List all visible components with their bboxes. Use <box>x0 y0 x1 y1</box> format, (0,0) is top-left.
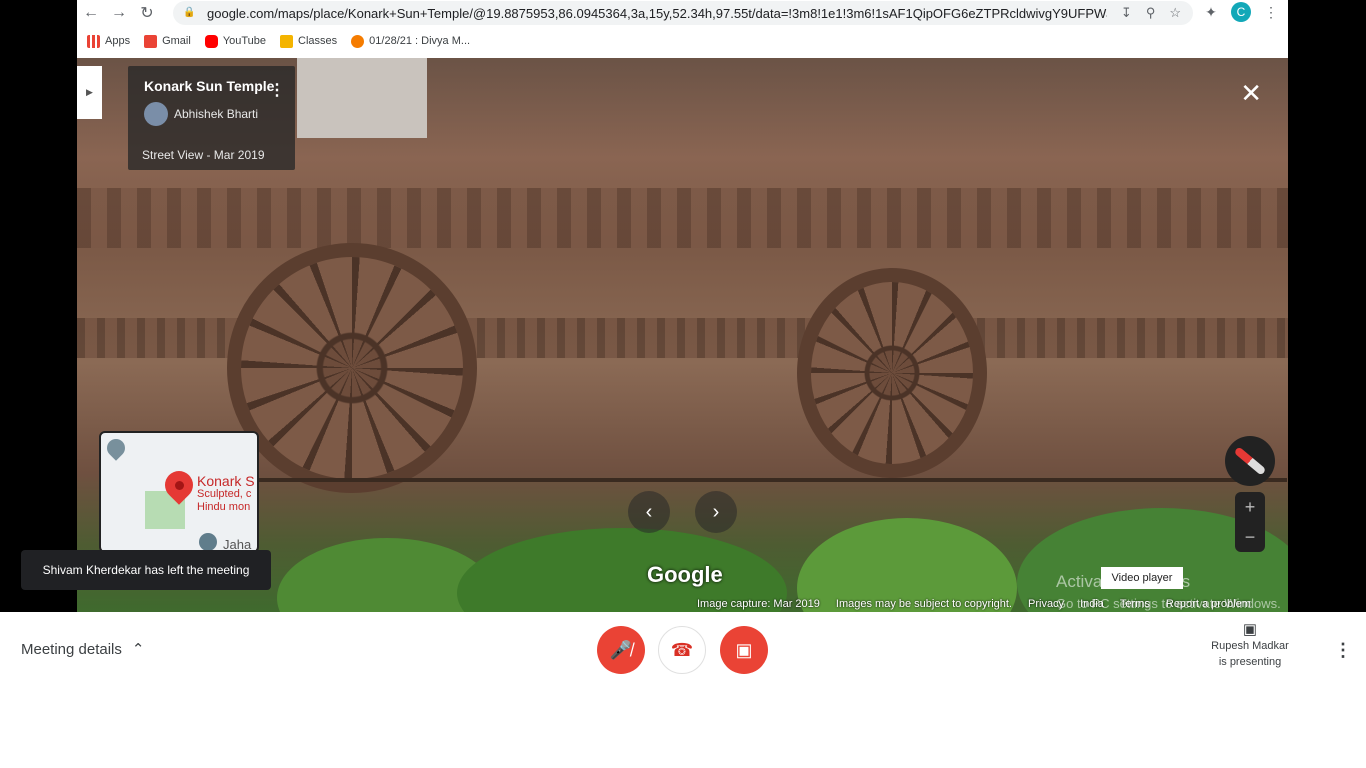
end-call-button[interactable]: ☎ <box>658 626 706 674</box>
pin-center <box>175 481 184 490</box>
phone-hangup-icon: ☎ <box>670 639 694 660</box>
temple-wheel-right <box>797 268 987 478</box>
compass-needle <box>1233 446 1267 476</box>
bookmarks-bar: Apps Gmail YouTube Classes 01/28/21 : Di… <box>87 30 470 52</box>
bookmark-divya[interactable]: 01/28/21 : Divya M... <box>351 34 470 48</box>
map-place-label: Konark S Sculpted, c Hindu mon <box>197 473 255 514</box>
camera-off-button[interactable]: ▣ <box>720 626 768 674</box>
mini-map[interactable]: Konark S Sculpted, c Hindu mon Jaha <box>99 431 259 553</box>
bookmark-classes[interactable]: Classes <box>280 34 337 48</box>
map-place-name: Konark S <box>197 473 255 489</box>
camera-off-icon: ▣ <box>735 639 753 660</box>
activate-windows-subtext: Go to PC settings to activate Windows. <box>1056 596 1281 611</box>
address-bar[interactable]: 🔒 google.com/maps/place/Konark+Sun+Templ… <box>173 1 1193 25</box>
capture-date[interactable]: Street View - Mar 2019 <box>142 148 265 162</box>
bookmark-apps[interactable]: Apps <box>87 34 130 48</box>
profile-avatar[interactable]: C <box>1231 2 1251 22</box>
meeting-details-label: Meeting details <box>21 640 122 658</box>
photo-author[interactable]: Abhishek Bharti <box>144 102 258 126</box>
more-options-icon[interactable]: ⋮ <box>1334 640 1352 661</box>
mosque-icon <box>199 533 217 551</box>
bookmark-gmail[interactable]: Gmail <box>144 34 191 48</box>
temple-wall-carving <box>77 188 1288 248</box>
browser-toolbar: ← → ↻ 🔒 google.com/maps/place/Konark+Sun… <box>77 0 1288 26</box>
lock-icon: 🔒 <box>183 7 196 18</box>
place-title[interactable]: Konark Sun Temple <box>144 78 274 94</box>
more-options-icon[interactable]: ⋮ <box>269 80 285 100</box>
participant-left-toast: Shivam Kherdekar has left the meeting <box>21 550 271 590</box>
presenter-name: Rupesh Madkar <box>1211 640 1289 652</box>
circle-icon <box>351 34 365 48</box>
expand-panel-button[interactable]: ▶ <box>77 66 102 119</box>
railing <box>257 478 1287 482</box>
map-marker-icon <box>103 435 129 461</box>
extensions-puzzle-icon[interactable]: ✦ <box>1201 2 1221 22</box>
browser-window: ← → ↻ 🔒 google.com/maps/place/Konark+Sun… <box>77 0 1288 58</box>
meeting-details-button[interactable]: Meeting details ⌃ <box>21 640 145 659</box>
install-icon[interactable]: ↧ <box>1121 5 1132 21</box>
star-icon[interactable]: ☆ <box>1169 5 1181 21</box>
forward-arrow-icon[interactable]: → <box>105 1 133 25</box>
zoom-out-button[interactable]: − <box>1245 527 1256 548</box>
chrome-menu-icon[interactable]: ⋮ <box>1261 2 1281 22</box>
meet-control-bar: Meeting details ⌃ 🎤̸ ☎ ▣ ▣ Rupesh Madkar… <box>0 612 1366 687</box>
map-place-desc: Hindu mon <box>197 501 251 513</box>
youtube-icon <box>204 34 218 48</box>
author-name: Abhishek Bharti <box>174 107 259 121</box>
street-view-panorama[interactable]: ▶ Konark Sun Temple ⋮ Abhishek Bharti St… <box>77 58 1288 612</box>
classroom-icon <box>280 34 294 48</box>
zoom-controls: + − <box>1235 492 1265 552</box>
url-text: google.com/maps/place/Konark+Sun+Temple/… <box>207 5 1107 21</box>
back-arrow-icon[interactable]: ← <box>77 1 105 25</box>
mic-off-icon: 🎤̸ <box>609 639 633 660</box>
sky-patch <box>297 58 427 138</box>
footer-capture-date: Image capture: Mar 2019 <box>697 598 820 610</box>
presenting-label: is presenting <box>1218 656 1282 668</box>
bookmark-youtube[interactable]: YouTube <box>204 34 266 48</box>
google-logo: Google <box>647 562 723 587</box>
shared-screen: ← → ↻ 🔒 google.com/maps/place/Konark+Sun… <box>0 0 1366 612</box>
zoom-icon[interactable]: ⚲ <box>1146 5 1156 21</box>
temple-wheel-left <box>227 243 477 493</box>
next-arrow-button[interactable]: › <box>695 491 737 533</box>
chevron-up-icon: ⌃ <box>131 641 145 658</box>
reload-icon[interactable]: ↻ <box>133 1 161 25</box>
map-place-desc: Sculpted, c <box>197 488 252 500</box>
video-player-tooltip: Video player <box>1101 567 1183 589</box>
mic-off-button[interactable]: 🎤̸ <box>597 626 645 674</box>
author-avatar <box>144 102 168 126</box>
apps-grid-icon <box>87 34 100 48</box>
presentation-status[interactable]: ▣ Rupesh Madkar is presenting <box>1200 622 1300 670</box>
zoom-in-button[interactable]: + <box>1245 497 1256 518</box>
footer-copyright: Images may be subject to copyright. <box>835 598 1012 610</box>
close-icon[interactable]: ✕ <box>1240 78 1262 109</box>
compass-icon[interactable] <box>1225 436 1275 486</box>
place-info-card: Konark Sun Temple ⋮ Abhishek Bharti Stre… <box>128 66 295 170</box>
present-screen-icon: ▣ <box>1242 621 1258 638</box>
previous-arrow-button[interactable]: ‹ <box>628 491 670 533</box>
gmail-icon <box>144 34 158 48</box>
